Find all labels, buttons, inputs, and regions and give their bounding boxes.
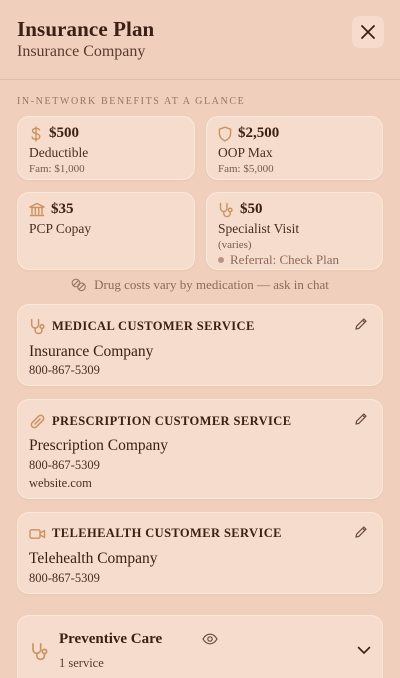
drug-cost-note: Drug costs vary by medication — ask in c… [0,277,400,293]
close-button[interactable] [352,16,384,48]
stethoscope-icon [218,202,234,218]
service-title: PRESCRIPTION CUSTOMER SERVICE [52,414,292,428]
preventive-care-count: 1 service [59,656,104,670]
service-card-prescription: PRESCRIPTION CUSTOMER SERVICE Prescripti… [17,399,383,499]
video-icon [29,527,46,541]
benefit-card-pcp-copay: $35 PCP Copay [17,192,195,270]
page-subtitle: Insurance Company [17,43,146,60]
service-phone[interactable]: 800-867-5309 [29,571,100,586]
benefit-amount: $50 [240,201,263,217]
benefit-amount: $500 [49,125,79,141]
eye-icon[interactable] [202,633,218,645]
service-card-medical: MEDICAL CUSTOMER SERVICE Insurance Compa… [17,304,383,386]
service-company: Prescription Company [29,437,169,454]
page-title: Insurance Plan [17,17,155,41]
benefit-family-amount: Fam: $1,000 [29,163,85,175]
header: Insurance Plan Insurance Company [0,0,400,80]
preventive-care-section[interactable]: Preventive Care 1 service [17,615,383,678]
benefit-card-deductible: $500 Deductible Fam: $1,000 [17,116,195,180]
status-dot-icon [218,257,224,263]
hospital-icon [29,202,45,217]
chevron-down-icon[interactable] [357,646,371,655]
edit-button[interactable] [354,317,368,331]
service-company: Telehealth Company [29,550,158,567]
close-icon [361,25,375,39]
dollar-icon [29,125,43,142]
service-title: MEDICAL CUSTOMER SERVICE [52,319,255,333]
benefit-card-specialist-visit: $50 Specialist Visit (varies) Referral: … [206,192,383,270]
benefit-amount: $35 [51,201,74,217]
preventive-care-title: Preventive Care [59,631,163,647]
benefit-card-oop-max: $2,500 OOP Max Fam: $5,000 [206,116,383,180]
pills-icon [71,278,87,292]
benefit-varies-note: (varies) [218,239,252,251]
referral-text: Referral: Check Plan [230,252,340,267]
benefit-label: Specialist Visit [218,221,300,236]
benefit-amount: $2,500 [238,125,280,141]
referral-note: Referral: Check Plan [218,252,339,268]
drug-note-text: Drug costs vary by medication — ask in c… [94,277,329,292]
pencil-icon [354,412,368,426]
benefit-label: Deductible [29,145,89,160]
benefit-label: OOP Max [218,145,273,160]
service-title: TELEHEALTH CUSTOMER SERVICE [52,526,282,540]
stethoscope-icon [29,318,46,335]
section-label: In-Network Benefits at a Glance [17,96,246,107]
edit-button[interactable] [354,412,368,426]
pencil-icon [354,525,368,539]
shield-icon [218,126,232,142]
service-website[interactable]: website.com [29,476,92,491]
service-card-telehealth: TELEHEALTH CUSTOMER SERVICE Telehealth C… [17,512,383,594]
benefit-label: PCP Copay [29,221,92,236]
stethoscope-icon [30,642,49,661]
edit-button[interactable] [354,525,368,539]
service-phone[interactable]: 800-867-5309 [29,458,100,473]
service-phone[interactable]: 800-867-5309 [29,363,100,378]
pencil-icon [354,317,368,331]
service-company: Insurance Company [29,343,154,360]
benefit-family-amount: Fam: $5,000 [218,163,274,175]
pill-icon [29,413,46,430]
